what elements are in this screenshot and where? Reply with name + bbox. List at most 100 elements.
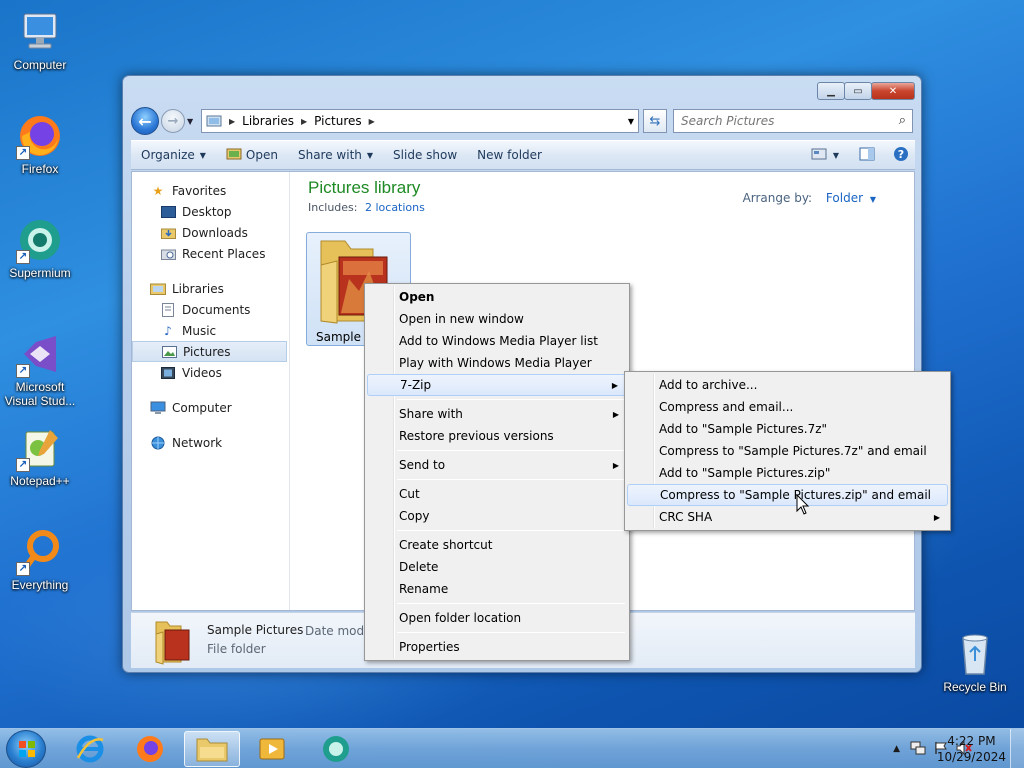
minimize-button[interactable]: ▁: [817, 82, 845, 100]
nav-pictures[interactable]: Pictures: [132, 341, 287, 362]
help-icon[interactable]: ?: [893, 146, 909, 165]
taskbar-media-player[interactable]: [244, 731, 300, 767]
maximize-button[interactable]: ▭: [844, 82, 872, 100]
menu-item-label: Send to: [399, 458, 446, 472]
menu-item-rename[interactable]: Rename: [367, 578, 627, 600]
supermium-icon: ↗: [16, 216, 64, 264]
pictures-icon: [161, 345, 177, 359]
taskbar-ie[interactable]: [62, 731, 118, 767]
breadcrumb-separator-icon[interactable]: ▶: [226, 117, 238, 126]
menu-item-open[interactable]: Open: [367, 286, 627, 308]
menu-item-send-to[interactable]: Send to ▶: [367, 454, 627, 476]
menu-item-cut[interactable]: Cut: [367, 483, 627, 505]
organize-label: Organize: [141, 148, 195, 162]
menu-item-share-with[interactable]: Share with ▶: [367, 403, 627, 425]
share-with-button[interactable]: Share with ▼: [288, 141, 383, 169]
nav-recent-places[interactable]: Recent Places: [132, 243, 289, 264]
breadcrumb-separator-icon[interactable]: ▶: [298, 117, 310, 126]
nav-label: Libraries: [172, 281, 224, 296]
menu-item-add-to-archive[interactable]: Add to archive...: [627, 374, 948, 396]
nav-music[interactable]: ♪ Music: [132, 320, 289, 341]
nav-documents[interactable]: Documents: [132, 299, 289, 320]
shortcut-arrow-icon: ↗: [16, 250, 30, 264]
new-folder-button[interactable]: New folder: [467, 141, 552, 169]
breadcrumb-libraries[interactable]: Libraries: [238, 114, 298, 128]
nav-videos[interactable]: Videos: [132, 362, 289, 383]
desktop-icon-label: Computer: [13, 58, 67, 72]
menu-item-crc-sha[interactable]: CRC SHA ▶: [627, 506, 948, 528]
breadcrumb-pictures[interactable]: Pictures: [310, 114, 366, 128]
desktop-icon-recycle-bin[interactable]: Recycle Bin: [935, 630, 1015, 694]
nav-downloads[interactable]: Downloads: [132, 222, 289, 243]
menu-item-compress-7z-email[interactable]: Compress to "Sample Pictures.7z" and ema…: [627, 440, 948, 462]
nav-label: Documents: [182, 302, 251, 317]
music-icon: ♪: [164, 323, 172, 338]
library-title: Pictures library: [308, 178, 421, 197]
network-status-icon[interactable]: [910, 741, 926, 758]
nav-favorites[interactable]: ★ Favorites: [132, 180, 289, 201]
address-dropdown-icon[interactable]: ▼: [628, 117, 634, 126]
recent-pages-dropdown[interactable]: ▼: [187, 117, 197, 126]
change-view-icon[interactable]: [811, 147, 827, 164]
locations-link[interactable]: 2 locations: [365, 201, 425, 214]
taskbar-supermium[interactable]: [308, 731, 364, 767]
nav-computer[interactable]: Computer: [132, 397, 289, 418]
menu-item-add-to-zip[interactable]: Add to "Sample Pictures.zip": [627, 462, 948, 484]
slide-show-label: Slide show: [393, 148, 458, 162]
address-bar[interactable]: ▶ Libraries ▶ Pictures ▶ ▼: [201, 109, 639, 133]
menu-item-properties[interactable]: Properties: [367, 636, 627, 658]
arrange-dropdown[interactable]: Folder ▼: [826, 191, 876, 205]
menu-item-add-to-7z[interactable]: Add to "Sample Pictures.7z": [627, 418, 948, 440]
organize-button[interactable]: Organize ▼: [131, 141, 216, 169]
menu-item-copy[interactable]: Copy: [367, 505, 627, 527]
nav-desktop[interactable]: Desktop: [132, 201, 289, 222]
refresh-button[interactable]: ⇆: [643, 109, 667, 133]
start-button[interactable]: [6, 730, 46, 768]
desktop-icon-label: Firefox: [21, 162, 59, 176]
nav-libraries[interactable]: Libraries: [132, 278, 289, 299]
desktop-icon-notepadpp[interactable]: ↗ Notepad++: [0, 424, 80, 488]
open-button[interactable]: Open: [216, 141, 288, 169]
taskbar-explorer[interactable]: [184, 731, 240, 767]
taskbar-firefox[interactable]: [122, 731, 178, 767]
clock[interactable]: 4:22 PM 10/29/2024: [937, 733, 1006, 765]
menu-item-delete[interactable]: Delete: [367, 556, 627, 578]
menu-item-open-new-window[interactable]: Open in new window: [367, 308, 627, 330]
desktop-icon-supermium[interactable]: ↗ Supermium: [0, 216, 80, 280]
show-hidden-icons-icon[interactable]: ▲: [893, 744, 900, 754]
desktop-icon: [160, 205, 176, 219]
desktop-icon-firefox[interactable]: ↗ Firefox: [0, 112, 80, 176]
view-controls: ▼ ?: [811, 141, 909, 169]
search-input[interactable]: [681, 114, 881, 128]
menu-separator: [397, 450, 625, 451]
slide-show-button[interactable]: Slide show: [383, 141, 467, 169]
menu-item-restore-previous[interactable]: Restore previous versions: [367, 425, 627, 447]
view-dropdown-icon[interactable]: ▼: [833, 151, 839, 160]
forward-button[interactable]: →: [161, 109, 185, 133]
menu-item-open-folder-location[interactable]: Open folder location: [367, 607, 627, 629]
show-desktop-button[interactable]: [1010, 729, 1024, 768]
new-folder-label: New folder: [477, 148, 542, 162]
library-header: Pictures library Includes: 2 locations: [308, 178, 425, 214]
desktop-icon-visual-studio[interactable]: ↗ Microsoft Visual Stud...: [0, 330, 80, 408]
search-box[interactable]: ⌕: [673, 109, 913, 133]
menu-item-compress-zip-email[interactable]: Compress to "Sample Pictures.zip" and em…: [627, 484, 948, 506]
menu-item-play-wmp[interactable]: Play with Windows Media Player: [367, 352, 627, 374]
breadcrumb-separator-icon[interactable]: ▶: [366, 117, 378, 126]
menu-item-compress-and-email[interactable]: Compress and email...: [627, 396, 948, 418]
menu-item-add-wmp-list[interactable]: Add to Windows Media Player list: [367, 330, 627, 352]
back-button[interactable]: ←: [131, 107, 159, 135]
desktop-icon-everything[interactable]: ↗ Everything: [0, 528, 80, 592]
search-icon[interactable]: ⌕: [899, 113, 906, 128]
chevron-down-icon: ▼: [199, 150, 206, 160]
nav-network[interactable]: Network: [132, 432, 289, 453]
desktop-icon-computer[interactable]: Computer: [0, 8, 80, 72]
menu-item-7zip[interactable]: 7-Zip ▶: [367, 374, 627, 396]
computer-icon: [150, 401, 166, 415]
shortcut-arrow-icon: ↗: [16, 458, 30, 472]
preview-pane-icon[interactable]: [859, 147, 875, 164]
desktop-icon-label: Everything: [11, 578, 69, 592]
menu-item-create-shortcut[interactable]: Create shortcut: [367, 534, 627, 556]
nav-label: Computer: [172, 400, 232, 415]
close-button[interactable]: ✕: [871, 82, 915, 100]
